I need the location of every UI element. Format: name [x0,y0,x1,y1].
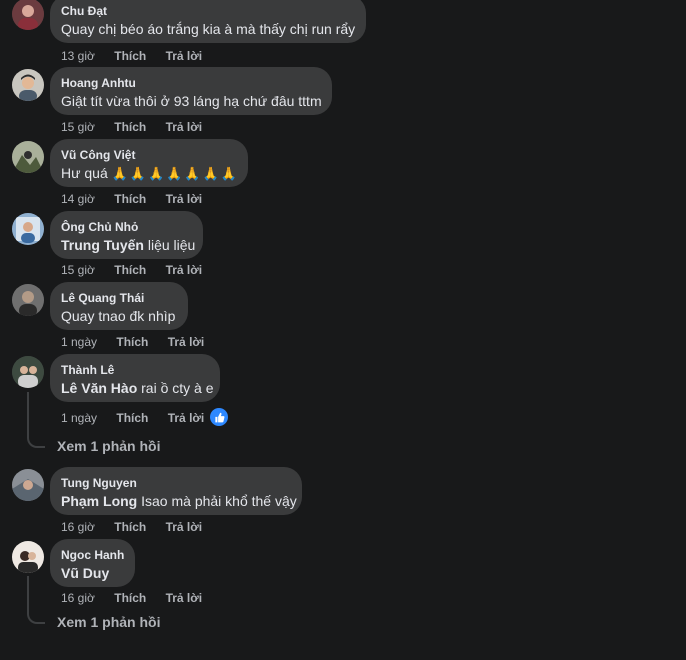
comment-bubble: Vũ Công Việt Hư quá 🙏🙏🙏🙏🙏🙏🙏 [50,139,248,187]
like-button[interactable]: Thích [114,119,146,135]
comment-text: Giật tít vừa thôi ở 93 láng hạ chứ đâu t… [61,93,322,109]
comment-text: Lê Văn Hào rai ồ cty à e [61,378,214,398]
comment-actions: 13 giờ Thích Trả lời [61,48,202,64]
comment-author[interactable]: Lê Quang Thái [61,290,176,306]
comment-text-body: Hư quá [61,165,108,181]
comment-bubble: Chu Đạt Quay chị béo áo trắng kia à mà t… [50,0,366,43]
avatar[interactable] [12,141,44,173]
mention-tag[interactable]: Phạm Long [61,493,137,509]
comment-text-body: rai ồ cty à e [141,380,214,396]
reply-button[interactable]: Trả lời [166,191,203,207]
comment-time[interactable]: 1 ngày [61,410,97,426]
comment-author[interactable]: Vũ Công Việt [61,147,236,163]
thread-connector [27,436,45,448]
comment-author[interactable]: Hoang Anhtu [61,75,320,91]
reply-button[interactable]: Trả lời [168,334,205,350]
comment-text: Trung Tuyến liệu liệu [61,235,195,255]
comment-bubble: Tung Nguyen Phạm Long Isao mà phải khổ t… [50,467,302,515]
comment-author[interactable]: Ông Chủ Nhỏ [61,219,191,235]
reply-button[interactable]: Trả lời [166,519,203,535]
avatar[interactable] [12,541,44,573]
comment-text: Phạm Long Isao mà phải khổ thế vậy [61,491,297,511]
comment-time[interactable]: 13 giờ [61,48,95,64]
comment-time[interactable]: 16 giờ [61,519,95,535]
mention-tag[interactable]: Trung Tuyến [61,237,144,253]
comment-time[interactable]: 15 giờ [61,262,95,278]
avatar[interactable] [12,469,44,501]
comment-actions: 16 giờ Thích Trả lời [61,590,202,606]
comment-author[interactable]: Thành Lê [61,362,208,378]
like-button[interactable]: Thích [114,262,146,278]
comment-bubble: Hoang Anhtu Giật tít vừa thôi ở 93 láng … [50,67,332,115]
comment-actions: 15 giờ Thích Trả lời [61,262,202,278]
like-button[interactable]: Thích [114,519,146,535]
comment-text-body: Isao mà phải khổ thế vậy [141,493,297,509]
comment-bubble: Lê Quang Thái Quay tnao đk nhìp [50,282,188,330]
comment-text: Hư quá 🙏🙏🙏🙏🙏🙏🙏 [61,163,239,184]
comment-actions: 1 ngày Thích Trả lời [61,334,204,350]
comment-author[interactable]: Tung Nguyen [61,475,290,491]
view-replies-link[interactable]: Xem 1 phản hồi [57,438,160,454]
reply-button[interactable]: Trả lời [166,590,203,606]
like-button[interactable]: Thích [116,410,148,426]
thread-line [27,576,29,612]
comment-author[interactable]: Ngoc Hanh [61,547,124,563]
avatar[interactable] [12,356,44,388]
avatar[interactable] [12,284,44,316]
thread-connector [27,612,45,624]
comment-actions: 14 giờ Thích Trả lời [61,191,202,207]
comment-actions: 1 ngày Thích Trả lời [61,410,204,426]
mention-tag[interactable]: Vũ Duy [61,565,109,581]
comment-time[interactable]: 14 giờ [61,191,95,207]
comment-time[interactable]: 16 giờ [61,590,95,606]
comment-author[interactable]: Chu Đạt [61,3,354,19]
like-button[interactable]: Thích [114,48,146,64]
reply-button[interactable]: Trả lời [168,410,205,426]
comment-time[interactable]: 15 giờ [61,119,95,135]
comment-bubble: Ông Chủ Nhỏ Trung Tuyến liệu liệu [50,211,203,259]
thread-line [27,392,29,436]
like-button[interactable]: Thích [114,590,146,606]
pray-emoji-icon: 🙏🙏🙏🙏🙏🙏🙏 [111,166,239,181]
comment-bubble: Ngoc Hanh Vũ Duy [50,539,135,587]
avatar[interactable] [12,213,44,245]
reply-button[interactable]: Trả lời [166,48,203,64]
comment-text: Vũ Duy [61,563,123,583]
comment-text: Quay chị béo áo trắng kia à mà thấy chị … [61,21,356,37]
avatar[interactable] [12,0,44,30]
reply-button[interactable]: Trả lời [166,262,203,278]
view-replies-link[interactable]: Xem 1 phản hồi [57,614,160,630]
comment-actions: 15 giờ Thích Trả lời [61,119,202,135]
avatar[interactable] [12,69,44,101]
comment-bubble: Thành Lê Lê Văn Hào rai ồ cty à e [50,354,220,402]
like-thumb-icon[interactable] [210,408,228,426]
like-button[interactable]: Thích [116,334,148,350]
comment-text: Quay tnao đk nhìp [61,308,176,324]
comment-text-body: liệu liệu [147,237,196,253]
comment-time[interactable]: 1 ngày [61,334,97,350]
mention-tag[interactable]: Lê Văn Hào [61,380,137,396]
comment-actions: 16 giờ Thích Trả lời [61,519,202,535]
like-button[interactable]: Thích [114,191,146,207]
reply-button[interactable]: Trả lời [166,119,203,135]
